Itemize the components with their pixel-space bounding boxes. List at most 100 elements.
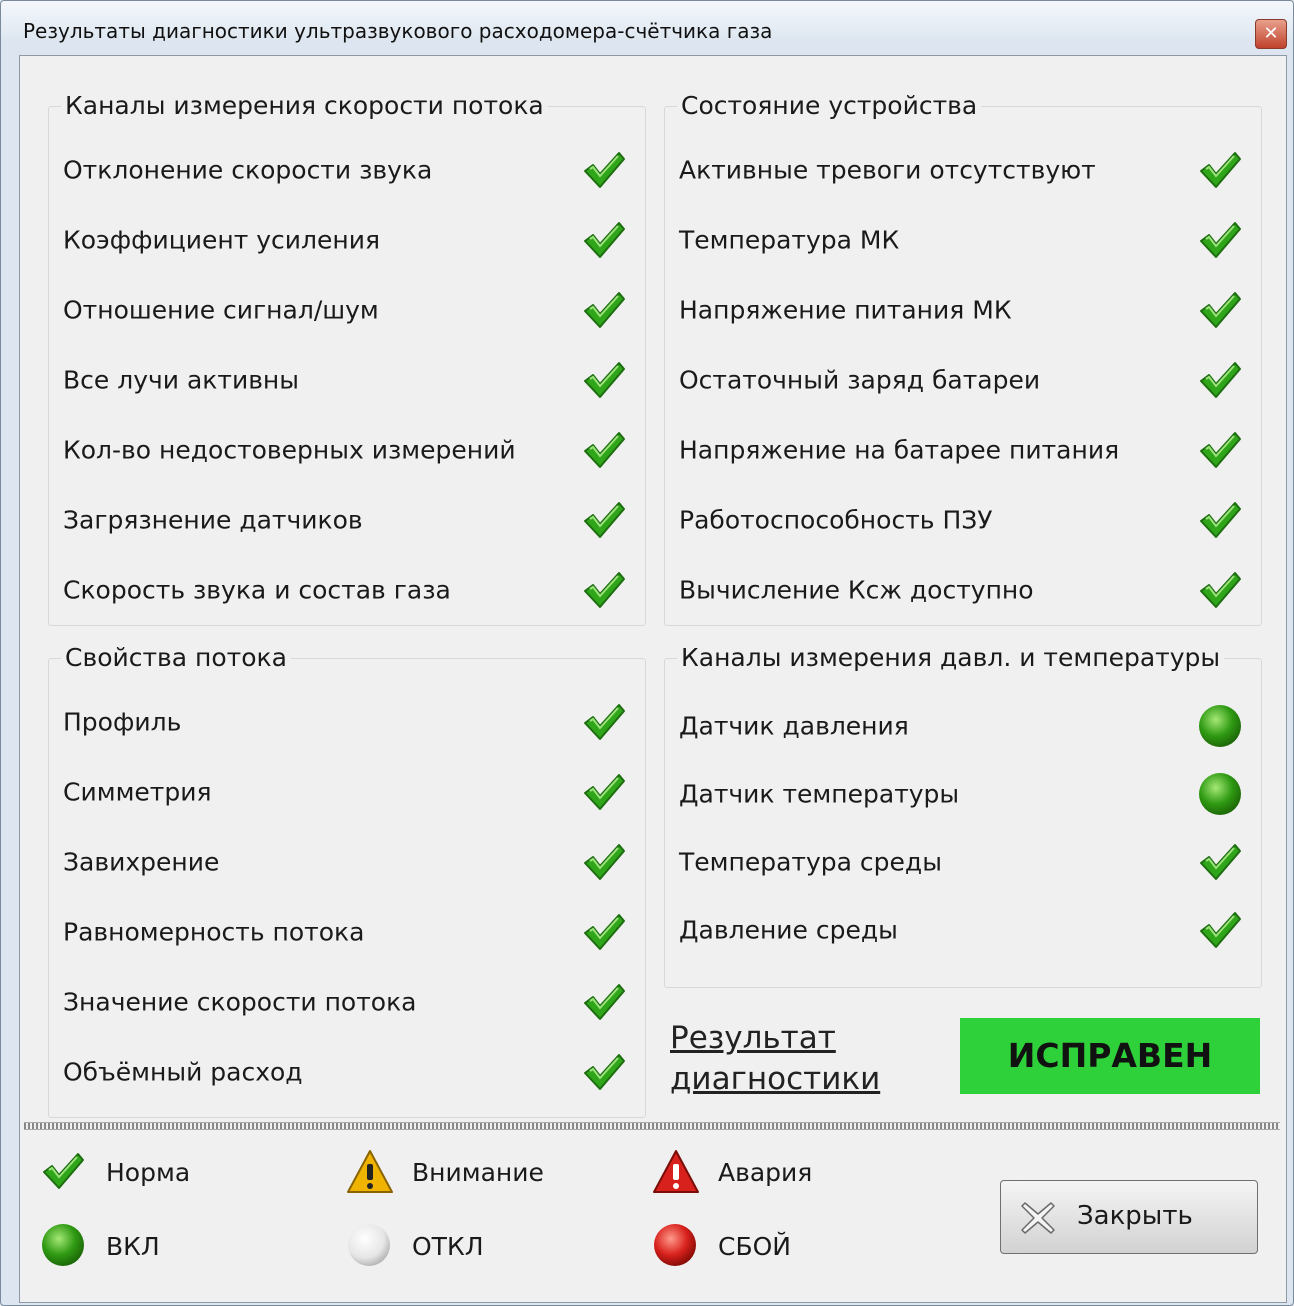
legend-warning-label: Внимание — [412, 1158, 544, 1187]
status-row: Значение скорости потока — [49, 967, 645, 1037]
checkmark-icon — [581, 567, 627, 613]
status-row: Коэффициент усиления — [49, 205, 645, 275]
checkmark-icon — [581, 699, 627, 745]
diagnostics-window: Результаты диагностики ультразвукового р… — [0, 0, 1294, 1306]
gray-dot-icon — [346, 1222, 394, 1270]
legend-fault-label: СБОЙ — [718, 1232, 791, 1261]
status-row: Все лучи активны — [49, 345, 645, 415]
checkmark-icon — [581, 839, 627, 885]
status-row: Объёмный расход — [49, 1037, 645, 1107]
status-row-label: Работоспособность ПЗУ — [679, 505, 993, 535]
group-device-state: Состояние устройства Активные тревоги от… — [664, 91, 1262, 626]
checkmark-icon — [1197, 497, 1243, 543]
status-row: Завихрение — [49, 827, 645, 897]
checkmark-icon — [1197, 357, 1243, 403]
legend-alarm-label: Авария — [718, 1158, 813, 1187]
checkmark-icon — [1197, 839, 1243, 885]
group-title: Каналы измерения скорости потока — [61, 91, 548, 120]
group-title: Каналы измерения давл. и температуры — [677, 643, 1225, 672]
status-row-label: Коэффициент усиления — [63, 225, 381, 255]
status-row-label: Напряжение питания МК — [679, 295, 1012, 325]
status-row-label: Отношение сигнал/шум — [63, 295, 379, 325]
checkmark-icon — [581, 357, 627, 403]
close-button-label: Закрыть — [1077, 1201, 1193, 1231]
group-flow-properties: Свойства потока Профиль Симметрия Завихрен… — [48, 643, 646, 1118]
status-row: Работоспособность ПЗУ — [665, 485, 1261, 555]
group-title: Состояние устройства — [677, 91, 982, 120]
status-row: Остаточный заряд батареи — [665, 345, 1261, 415]
checkmark-icon — [581, 979, 627, 1025]
status-row: Загрязнение датчиков — [49, 485, 645, 555]
checkmark-icon — [581, 427, 627, 473]
status-row-label: Объёмный расход — [63, 1057, 303, 1087]
status-row: Активные тревоги отсутствуют — [665, 135, 1261, 205]
result-label: Результат диагностики — [670, 1018, 880, 1100]
status-row-label: Все лучи активны — [63, 365, 300, 395]
close-button[interactable]: Закрыть — [1000, 1180, 1258, 1254]
status-row-label: Активные тревоги отсутствуют — [679, 155, 1096, 185]
group-pt-channels: Каналы измерения давл. и температуры Дат… — [664, 643, 1262, 988]
close-x-icon — [1019, 1199, 1057, 1237]
status-row-label: Профиль — [63, 707, 182, 737]
divider — [24, 1122, 1280, 1130]
status-row-label: Датчик давления — [679, 711, 909, 741]
status-row: Профиль — [49, 687, 645, 757]
status-row-label: Загрязнение датчиков — [63, 505, 363, 535]
status-row-label: Вычисление Ксж доступно — [679, 575, 1034, 605]
checkmark-icon — [1197, 427, 1243, 473]
legend-norm-label: Норма — [106, 1158, 191, 1187]
status-row: Датчик температуры — [665, 759, 1261, 829]
group-flow-channels: Каналы измерения скорости потока Отклоне… — [48, 91, 646, 626]
checkmark-icon — [581, 497, 627, 543]
status-row: Вычисление Ксж доступно — [665, 555, 1261, 625]
status-row-label: Температура среды — [679, 847, 942, 877]
checkmark-icon — [581, 287, 627, 333]
legend-on-label: ВКЛ — [106, 1232, 160, 1261]
status-row-label: Напряжение на батарее питания — [679, 435, 1120, 465]
status-row-label: Завихрение — [63, 847, 220, 877]
status-row-label: Давление среды — [679, 915, 898, 945]
window-title: Результаты диагностики ультразвукового р… — [23, 19, 773, 43]
status-row-label: Скорость звука и состав газа — [63, 575, 451, 605]
status-row-label: Отклонение скорости звука — [63, 155, 433, 185]
status-row-label: Равномерность потока — [63, 917, 365, 947]
green-dot-icon — [40, 1222, 88, 1270]
status-row: Скорость звука и состав газа — [49, 555, 645, 625]
checkmark-icon — [581, 769, 627, 815]
status-row-label: Остаточный заряд батареи — [679, 365, 1041, 395]
status-row: Температура МК — [665, 205, 1261, 275]
status-row: Напряжение питания МК — [665, 275, 1261, 345]
result-status-badge: ИСПРАВЕН — [960, 1018, 1260, 1094]
status-row: Температура среды — [665, 827, 1261, 897]
status-row: Равномерность потока — [49, 897, 645, 967]
status-row: Кол-во недостоверных измерений — [49, 415, 645, 485]
status-row: Отношение сигнал/шум — [49, 275, 645, 345]
result-label-line2: диагностики — [670, 1061, 881, 1097]
checkmark-icon — [1197, 287, 1243, 333]
window-close-button[interactable]: ✕ — [1255, 19, 1287, 49]
group-title: Свойства потока — [61, 643, 291, 672]
status-row: Симметрия — [49, 757, 645, 827]
status-row: Отклонение скорости звука — [49, 135, 645, 205]
status-row: Датчик давления — [665, 691, 1261, 761]
checkmark-icon — [581, 1049, 627, 1095]
status-row: Давление среды — [665, 895, 1261, 965]
status-row-label: Значение скорости потока — [63, 987, 417, 1017]
checkmark-icon — [1197, 217, 1243, 263]
checkmark-icon — [1197, 907, 1243, 953]
status-row-label: Симметрия — [63, 777, 212, 807]
checkmark-icon — [1197, 147, 1243, 193]
status-row-label: Датчик температуры — [679, 779, 960, 809]
legend-off-label: ОТКЛ — [412, 1232, 484, 1261]
checkmark-icon — [581, 909, 627, 955]
green-dot-icon — [1197, 703, 1243, 749]
warning-icon — [346, 1148, 394, 1196]
red-dot-icon — [652, 1222, 700, 1270]
client-area: Каналы измерения скорости потока Отклоне… — [19, 55, 1287, 1303]
title-bar: Результаты диагностики ультразвукового р… — [1, 1, 1293, 55]
checkmark-icon — [581, 147, 627, 193]
checkmark-icon — [40, 1148, 88, 1196]
result-label-line1: Результат — [670, 1020, 836, 1056]
green-dot-icon — [1197, 771, 1243, 817]
status-row: Напряжение на батарее питания — [665, 415, 1261, 485]
